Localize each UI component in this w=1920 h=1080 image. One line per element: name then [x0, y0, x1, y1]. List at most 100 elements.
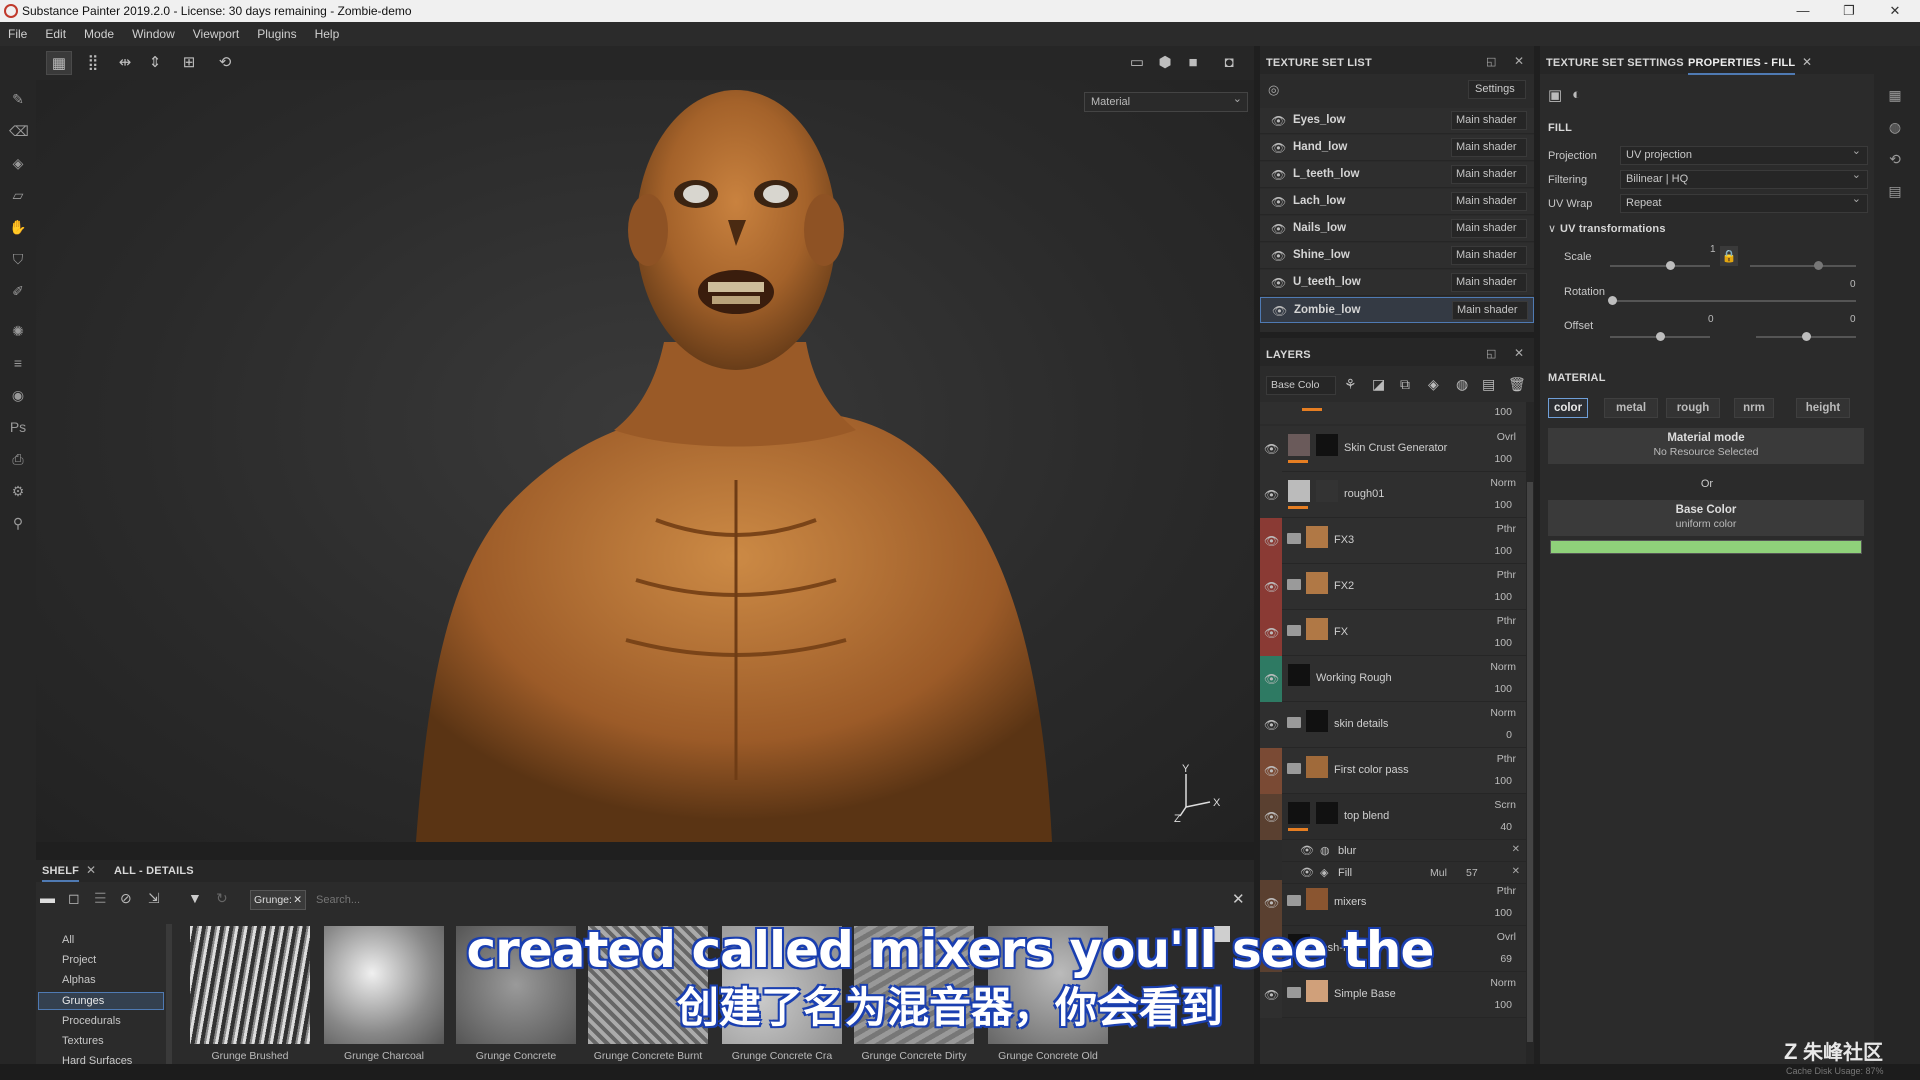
effect-blend-dropdown[interactable]: Mul: [1430, 867, 1447, 879]
delete-layer-icon[interactable]: 🗑: [1508, 376, 1526, 393]
eye-icon[interactable]: 👁: [1271, 276, 1286, 290]
layer-opacity[interactable]: 69: [1500, 953, 1512, 965]
list-view-icon[interactable]: ☰: [94, 890, 107, 907]
channel-height-button[interactable]: height: [1796, 398, 1850, 418]
add-fill-layer-icon[interactable]: ◈: [1428, 376, 1439, 393]
add-smart-icon[interactable]: ◍: [1456, 376, 1468, 393]
rotation-value[interactable]: 0: [1850, 279, 1856, 290]
effect-row[interactable]: 👁 ◍ blur ✕: [1282, 840, 1526, 862]
rotation-slider-knob[interactable]: [1608, 296, 1617, 305]
layer-thumbnail[interactable]: [1306, 888, 1328, 910]
clear-search-icon[interactable]: ✕: [1232, 890, 1245, 908]
effect-row[interactable]: 👁 ◈ Fill Mul 57 ✕: [1282, 862, 1526, 884]
visibility-toggle-icon[interactable]: ◎: [1268, 82, 1279, 98]
material-mode-icon[interactable]: ▣: [1548, 86, 1562, 104]
eye-icon[interactable]: 👁: [1271, 222, 1286, 236]
menu-file[interactable]: File: [8, 27, 27, 41]
layer-thumbnail[interactable]: [1306, 526, 1328, 548]
eye-icon[interactable]: 👁: [1264, 764, 1279, 778]
shader-dropdown[interactable]: Main shader: [1452, 301, 1528, 320]
eye-icon[interactable]: 👁: [1264, 942, 1279, 956]
offset-v-value[interactable]: 0: [1850, 314, 1856, 325]
eye-icon[interactable]: 👁: [1264, 626, 1279, 640]
layer-opacity[interactable]: 100: [1494, 591, 1512, 603]
layer-row[interactable]: 👁 FX3 Pthr 100: [1260, 518, 1526, 564]
base-color-swatch[interactable]: [1550, 540, 1862, 554]
new-folder-icon[interactable]: ◻: [68, 890, 80, 907]
maximize-button[interactable]: ❐: [1826, 0, 1872, 22]
add-layer-icon[interactable]: ⧉: [1400, 376, 1410, 393]
layer-thumbnail[interactable]: [1306, 618, 1328, 640]
layer-row[interactable]: 👁 skin details Norm 0: [1260, 702, 1526, 748]
rotation-slider[interactable]: [1610, 300, 1856, 302]
float-panel-icon[interactable]: ◱: [1486, 347, 1496, 360]
layer-row[interactable]: 👁 top blend Scrn 40: [1260, 794, 1526, 840]
category-grunges[interactable]: Grunges: [62, 995, 104, 1007]
layer-opacity[interactable]: 100: [1494, 683, 1512, 695]
layer-opacity[interactable]: 0: [1506, 729, 1512, 741]
blend-mode-dropdown[interactable]: Ovrl: [1497, 431, 1516, 443]
layer-row[interactable]: 👁 FX2 Pthr 100: [1260, 564, 1526, 610]
texture-set-row[interactable]: 👁 Shine_low Main shader: [1260, 243, 1534, 269]
texture-set-row[interactable]: 👁 Nails_low Main shader: [1260, 216, 1534, 242]
log-panel-icon[interactable]: ▤: [1886, 182, 1904, 200]
shader-dropdown[interactable]: Main shader: [1451, 219, 1527, 238]
channel-rough-button[interactable]: rough: [1666, 398, 1720, 418]
thumb-grunge-charcoal[interactable]: [324, 926, 444, 1044]
eye-icon[interactable]: 👁: [1271, 195, 1286, 209]
layers-stack-icon[interactable]: ≡: [9, 354, 27, 372]
scale-value[interactable]: 1: [1710, 244, 1716, 255]
remove-filter-icon[interactable]: ✕: [293, 891, 302, 909]
menu-mode[interactable]: Mode: [84, 27, 114, 41]
color-picker-icon[interactable]: ✐: [9, 282, 27, 300]
menu-help[interactable]: Help: [315, 27, 340, 41]
bake-icon[interactable]: ✺: [9, 322, 27, 340]
menu-plugins[interactable]: Plugins: [257, 27, 296, 41]
history-icon[interactable]: ⟲: [212, 51, 238, 75]
shader-icon[interactable]: ◉: [9, 386, 27, 404]
blend-mode-dropdown[interactable]: Norm: [1490, 707, 1516, 719]
tab-properties-fill[interactable]: PROPERTIES - FILL: [1688, 57, 1796, 75]
remove-effect-icon[interactable]: ✕: [1512, 866, 1520, 877]
blend-mode-dropdown[interactable]: Ovrl: [1497, 931, 1516, 943]
scale-slider-v[interactable]: [1750, 265, 1856, 267]
channel-dropdown[interactable]: Base Colo: [1266, 376, 1336, 395]
layer-thumbnail[interactable]: [1306, 572, 1328, 594]
eye-icon[interactable]: 👁: [1271, 141, 1286, 155]
offset-u-value[interactable]: 0: [1708, 314, 1714, 325]
texture-set-row[interactable]: 👁 Eyes_low Main shader: [1260, 108, 1534, 134]
person-icon[interactable]: ⚲: [9, 514, 27, 532]
layer-row[interactable]: 👁 mixers Pthr 100: [1260, 880, 1526, 926]
eye-icon[interactable]: 👁: [1264, 442, 1279, 456]
3d-viewport[interactable]: Material Y X Z: [36, 80, 1254, 842]
tab-shelf[interactable]: SHELF: [42, 865, 80, 882]
layer-thumbnail[interactable]: [1288, 802, 1310, 824]
layer-opacity[interactable]: 100: [1494, 637, 1512, 649]
remove-effect-icon[interactable]: ✕: [1512, 844, 1520, 855]
close-window-button[interactable]: ✕: [1872, 0, 1918, 22]
uvwrap-dropdown[interactable]: Repeat: [1620, 191, 1868, 213]
folder-icon[interactable]: [1287, 987, 1301, 998]
channel-metal-button[interactable]: metal: [1604, 398, 1658, 418]
folder-icon[interactable]: ▬: [40, 890, 55, 907]
eye-icon[interactable]: 👁: [1264, 988, 1279, 1002]
blend-mode-dropdown[interactable]: Pthr: [1497, 885, 1516, 897]
layer-thumbnail[interactable]: [1288, 480, 1310, 502]
paint-brush-icon[interactable]: ✎: [9, 90, 27, 108]
viewport-material-dropdown[interactable]: Material: [1084, 90, 1248, 112]
projection-icon[interactable]: ◈: [9, 154, 27, 172]
shader-dropdown[interactable]: Main shader: [1451, 273, 1527, 292]
eraser-icon[interactable]: ⌫: [9, 122, 29, 140]
folder-icon[interactable]: [1287, 533, 1301, 544]
texture-set-row[interactable]: 👁 U_teeth_low Main shader: [1260, 270, 1534, 296]
blend-mode-dropdown[interactable]: Norm: [1490, 661, 1516, 673]
category-textures[interactable]: Textures: [62, 1035, 104, 1047]
texture-set-row[interactable]: 👁 Lach_low Main shader: [1260, 189, 1534, 215]
effect-opacity[interactable]: 57: [1466, 867, 1478, 879]
shelf-search-input[interactable]: [316, 890, 1216, 910]
filter-icon[interactable]: ▼: [188, 890, 202, 906]
layer-opacity[interactable]: 100: [1494, 545, 1512, 557]
blend-mode-dropdown[interactable]: Norm: [1490, 977, 1516, 989]
clone-stamp-icon[interactable]: ⛉: [9, 250, 27, 268]
layer-opacity[interactable]: 100: [1494, 499, 1512, 511]
